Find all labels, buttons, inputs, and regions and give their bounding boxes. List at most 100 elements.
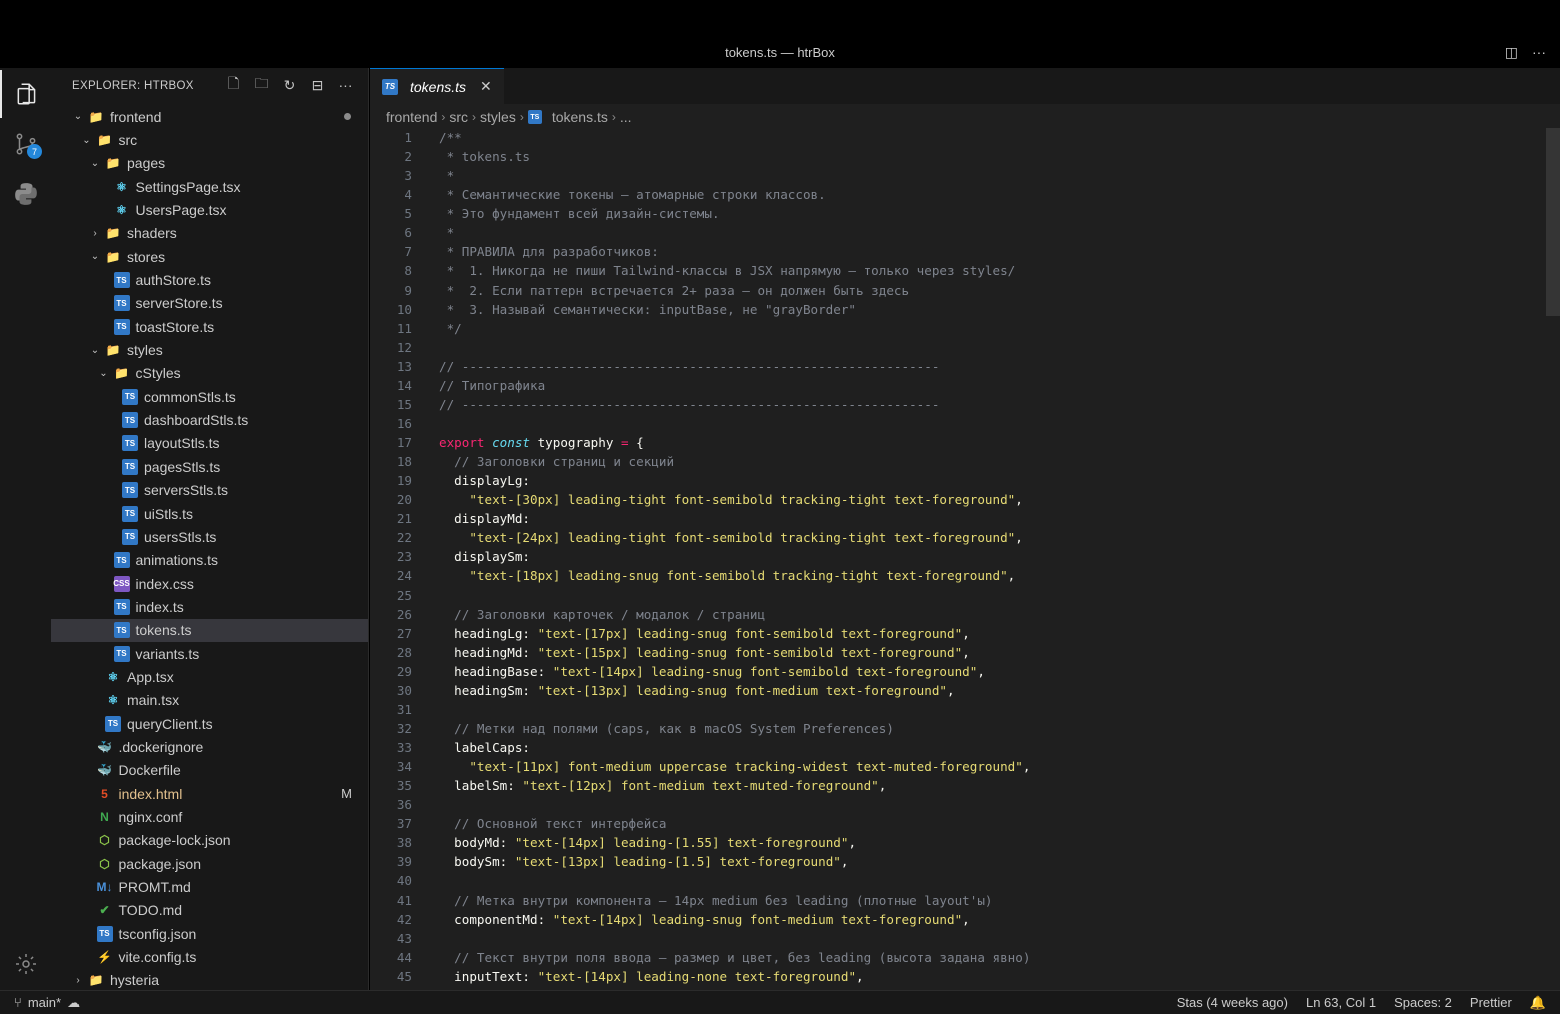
tree-item[interactable]: TS serverStore.ts [51, 292, 368, 315]
tree-item[interactable]: Nnginx.conf [51, 805, 368, 828]
notifications-icon[interactable]: 🔔 [1530, 995, 1546, 1011]
tree-item[interactable]: TS dashboardStls.ts [51, 408, 368, 431]
breadcrumb-item[interactable]: src [449, 109, 468, 125]
line-number: 24 [396, 568, 412, 584]
more-actions-icon[interactable]: ··· [1532, 44, 1546, 61]
sync-icon[interactable]: ☁ [67, 995, 80, 1011]
tree-item[interactable]: ⌄ 📁 styles [51, 338, 368, 361]
tree-item-label: index.html [118, 785, 183, 802]
tree-item[interactable]: ⌄ 📁 pages [51, 152, 368, 175]
tree-item[interactable]: TS animations.ts [51, 549, 368, 572]
editor-scrollbar[interactable] [1546, 128, 1560, 990]
tree-item[interactable]: ⌄ 📁 stores [51, 245, 368, 268]
tree-item-label: dashboardStls.ts [144, 412, 249, 429]
tree-item[interactable]: TS uiStls.ts [51, 502, 368, 525]
tree-item-label: Dockerfile [118, 762, 181, 779]
chevron-down-icon[interactable]: ⌄ [88, 251, 102, 262]
ts-icon: TS [122, 482, 138, 499]
source-control-icon[interactable] [0, 120, 51, 168]
changes-dot [344, 113, 351, 121]
code-token: */ [439, 320, 462, 336]
chevron-down-icon[interactable]: ⌄ [97, 368, 111, 379]
tree-item[interactable]: ⌄ 📁 frontend [51, 105, 368, 128]
tree-item[interactable]: TS index.ts [51, 595, 368, 618]
tree-item-label: serverStore.ts [135, 295, 223, 312]
prettier-status[interactable]: Prettier [1470, 995, 1512, 1010]
code-token: "text-[30px] leading-tight font-semibold… [439, 492, 1016, 508]
code-token: * 1. Никогда не пиши Tailwind-классы в J… [439, 263, 1016, 279]
tree-item[interactable]: TS authStore.ts [51, 268, 368, 291]
indentation[interactable]: Spaces: 2 [1394, 995, 1452, 1010]
new-folder-icon[interactable]: 🗀 [253, 75, 270, 94]
code-line: 43 [370, 929, 1545, 948]
explorer-icon[interactable] [0, 70, 51, 118]
chevron-right-icon[interactable]: › [71, 975, 85, 986]
line-number: 27 [396, 625, 412, 641]
chevron-down-icon[interactable]: ⌄ [71, 111, 85, 122]
chevron-down-icon[interactable]: ⌄ [88, 345, 102, 356]
python-icon[interactable] [0, 170, 51, 218]
code-editor[interactable]: 1/** 2 * tokens.ts 3 * 4 * Семантические то… [370, 128, 1545, 986]
tree-item[interactable]: TS tokens.ts [51, 618, 368, 642]
line-number: 3 [404, 168, 412, 184]
tree-item[interactable]: › 📁 hysteria [51, 969, 368, 990]
breadcrumb-item[interactable]: ... [620, 109, 632, 125]
tree-item[interactable]: ⚛ SettingsPage.tsx [51, 175, 368, 198]
tree-item[interactable]: M↓ PROMT.md [51, 875, 368, 898]
tree-item-label: hysteria [110, 972, 160, 989]
code-line: 29 headingBase: "text-[14px] leading-snu… [370, 662, 1545, 681]
chevron-right-icon[interactable]: › [88, 228, 102, 239]
code-line: 2 * tokens.ts [370, 147, 1545, 166]
tree-item[interactable]: ⌄ 📁 cStyles [51, 362, 368, 385]
breadcrumb-item[interactable]: tokens.ts [552, 109, 608, 125]
tree-item[interactable]: TS usersStls.ts [51, 525, 368, 548]
tree-item[interactable]: TS layoutStls.ts [51, 432, 368, 455]
tree-item[interactable]: ⌄ 📁 src [51, 128, 368, 151]
tree-item[interactable]: ⚡ vite.config.ts [51, 945, 368, 968]
refresh-icon[interactable]: ↻ [281, 76, 298, 94]
settings-gear-icon[interactable] [0, 940, 51, 988]
breadcrumb-item[interactable]: styles [480, 109, 516, 125]
tree-item[interactable]: 🐳 Dockerfile [51, 759, 368, 782]
line-number: 4 [404, 187, 412, 203]
ts-icon: TS [122, 505, 138, 522]
tree-item[interactable]: TS serversStls.ts [51, 479, 368, 502]
chevron-down-icon[interactable]: ⌄ [80, 135, 94, 146]
close-tab-icon[interactable]: ✕ [480, 78, 492, 95]
code-text: headingBase: "text-[14px] leading-snug f… [412, 662, 985, 681]
code-text: * Это фундамент всей дизайн-системы. [412, 204, 720, 223]
tree-item[interactable]: TS toastStore.ts [51, 315, 368, 338]
tree-item[interactable]: CSS index.css [51, 572, 368, 595]
git-blame[interactable]: Stas (4 weeks ago) [1177, 995, 1288, 1010]
cursor-position[interactable]: Ln 63, Col 1 [1306, 995, 1376, 1010]
code-text: "text-[30px] leading-tight font-semibold… [412, 490, 1023, 509]
tree-item[interactable]: ⬡ package-lock.json [51, 829, 368, 852]
tree-item-label: authStore.ts [135, 272, 212, 289]
new-file-icon[interactable]: 🗋 [225, 75, 242, 94]
tree-item[interactable]: ⬡ package.json [51, 852, 368, 875]
tree-item[interactable]: TS queryClient.ts [51, 712, 368, 735]
line-number: 16 [396, 415, 412, 431]
code-token: typography [537, 435, 621, 450]
tree-item[interactable]: TS commonStls.ts [51, 385, 368, 408]
tree-item[interactable]: › 📁 shaders [51, 222, 368, 245]
tree-item[interactable]: TS pagesStls.ts [51, 455, 368, 478]
tree-item[interactable]: TS tsconfig.json [51, 922, 368, 945]
tab-tokens-ts[interactable]: TS tokens.ts ✕ [370, 68, 504, 104]
tree-item[interactable]: ✔ TODO.md [51, 899, 368, 922]
scroll-thumb[interactable] [1546, 128, 1560, 316]
tree-item[interactable]: 🐳 .dockerignore [51, 735, 368, 758]
tree-item[interactable]: 5 index.html M [51, 782, 368, 805]
tree-item[interactable]: TS variants.ts [51, 642, 368, 665]
split-editor-icon[interactable]: ◫ [1505, 44, 1518, 61]
collapse-all-icon[interactable]: ⊟ [309, 76, 326, 94]
branch-name[interactable]: main* [28, 995, 61, 1010]
breadcrumb-item[interactable]: frontend [386, 109, 437, 125]
more-icon[interactable]: ··· [337, 76, 354, 94]
chevron-down-icon[interactable]: ⌄ [88, 158, 102, 169]
ts-icon: TS [122, 458, 138, 475]
code-line: 6 * [370, 223, 1545, 242]
tree-item[interactable]: ⚛ main.tsx [51, 689, 368, 712]
tree-item[interactable]: ⚛ App.tsx [51, 665, 368, 688]
tree-item[interactable]: ⚛ UsersPage.tsx [51, 198, 368, 221]
